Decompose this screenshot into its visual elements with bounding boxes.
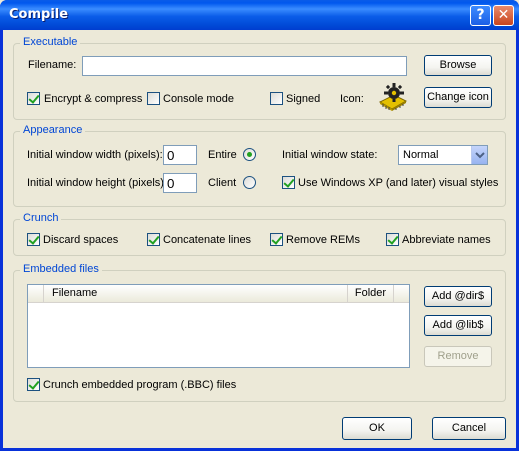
abbreviate-names-label[interactable]: Abbreviate names bbox=[402, 234, 491, 246]
help-icon[interactable]: ? bbox=[470, 5, 491, 26]
window-width-label: Initial window width (pixels): bbox=[27, 149, 163, 161]
entire-radio[interactable] bbox=[243, 148, 256, 161]
ok-button[interactable]: OK bbox=[342, 417, 412, 440]
title-bar[interactable]: Compile ? ✕ bbox=[0, 0, 519, 30]
dialog-client: Executable Filename: Browse Encrypt & co… bbox=[3, 30, 516, 448]
embedded-files-group: Embedded files Filename Folder Add @dir$… bbox=[13, 263, 506, 402]
icon-label: Icon: bbox=[340, 93, 364, 105]
window-height-input[interactable] bbox=[163, 173, 197, 193]
concatenate-lines-label[interactable]: Concatenate lines bbox=[163, 234, 251, 246]
chip-gear-icon bbox=[378, 83, 408, 111]
embedded-files-list[interactable]: Filename Folder bbox=[27, 284, 410, 368]
list-header-blank bbox=[28, 285, 44, 303]
discard-spaces-label[interactable]: Discard spaces bbox=[43, 234, 118, 246]
client-label[interactable]: Client bbox=[208, 177, 236, 189]
window-state-label: Initial window state: bbox=[282, 149, 378, 161]
window-state-select[interactable]: Normal bbox=[398, 145, 488, 165]
add-dir-button[interactable]: Add @dir$ bbox=[424, 286, 492, 307]
close-icon[interactable]: ✕ bbox=[493, 5, 514, 26]
encrypt-compress-label[interactable]: Encrypt & compress bbox=[44, 93, 142, 105]
crunch-group: Crunch Discard spaces Concatenate lines … bbox=[13, 212, 506, 256]
filename-input[interactable] bbox=[82, 56, 407, 76]
column-folder[interactable]: Folder bbox=[348, 285, 394, 303]
add-lib-button[interactable]: Add @lib$ bbox=[424, 315, 492, 336]
compile-dialog: Compile ? ✕ Executable Filename: Browse … bbox=[0, 0, 519, 451]
xp-styles-label[interactable]: Use Windows XP (and later) visual styles bbox=[298, 177, 498, 189]
discard-spaces-checkbox[interactable] bbox=[27, 233, 40, 246]
dropdown-arrow-icon[interactable] bbox=[471, 146, 487, 164]
entire-label[interactable]: Entire bbox=[208, 149, 237, 161]
executable-group: Executable Filename: Browse Encrypt & co… bbox=[13, 36, 506, 120]
browse-button[interactable]: Browse bbox=[424, 55, 492, 76]
window-title: Compile bbox=[9, 7, 69, 22]
console-mode-label[interactable]: Console mode bbox=[163, 93, 234, 105]
crunch-bbc-checkbox[interactable] bbox=[27, 378, 40, 391]
column-filename[interactable]: Filename bbox=[44, 285, 348, 303]
remove-rems-label[interactable]: Remove REMs bbox=[286, 234, 360, 246]
filename-label: Filename: bbox=[28, 59, 77, 71]
appearance-group: Appearance Initial window width (pixels)… bbox=[13, 124, 506, 207]
cancel-button[interactable]: Cancel bbox=[432, 417, 506, 440]
crunch-bbc-label[interactable]: Crunch embedded program (.BBC) files bbox=[43, 379, 236, 391]
appearance-group-title: Appearance bbox=[20, 124, 86, 136]
window-height-label: Initial window height (pixels): bbox=[27, 177, 168, 189]
signed-checkbox[interactable] bbox=[270, 92, 283, 105]
list-header: Filename Folder bbox=[28, 285, 409, 303]
window-width-input[interactable] bbox=[163, 145, 197, 165]
remove-rems-checkbox[interactable] bbox=[270, 233, 283, 246]
crunch-group-title: Crunch bbox=[20, 212, 62, 224]
console-mode-checkbox[interactable] bbox=[147, 92, 160, 105]
change-icon-button[interactable]: Change icon bbox=[424, 87, 492, 108]
remove-button[interactable]: Remove bbox=[424, 346, 492, 367]
client-radio[interactable] bbox=[243, 176, 256, 189]
encrypt-compress-checkbox[interactable] bbox=[27, 92, 40, 105]
window-state-value: Normal bbox=[403, 149, 439, 161]
embedded-files-group-title: Embedded files bbox=[20, 263, 102, 275]
abbreviate-names-checkbox[interactable] bbox=[386, 233, 399, 246]
xp-styles-checkbox[interactable] bbox=[282, 176, 295, 189]
executable-group-title: Executable bbox=[20, 36, 81, 48]
concatenate-lines-checkbox[interactable] bbox=[147, 233, 160, 246]
signed-label[interactable]: Signed bbox=[286, 93, 320, 105]
